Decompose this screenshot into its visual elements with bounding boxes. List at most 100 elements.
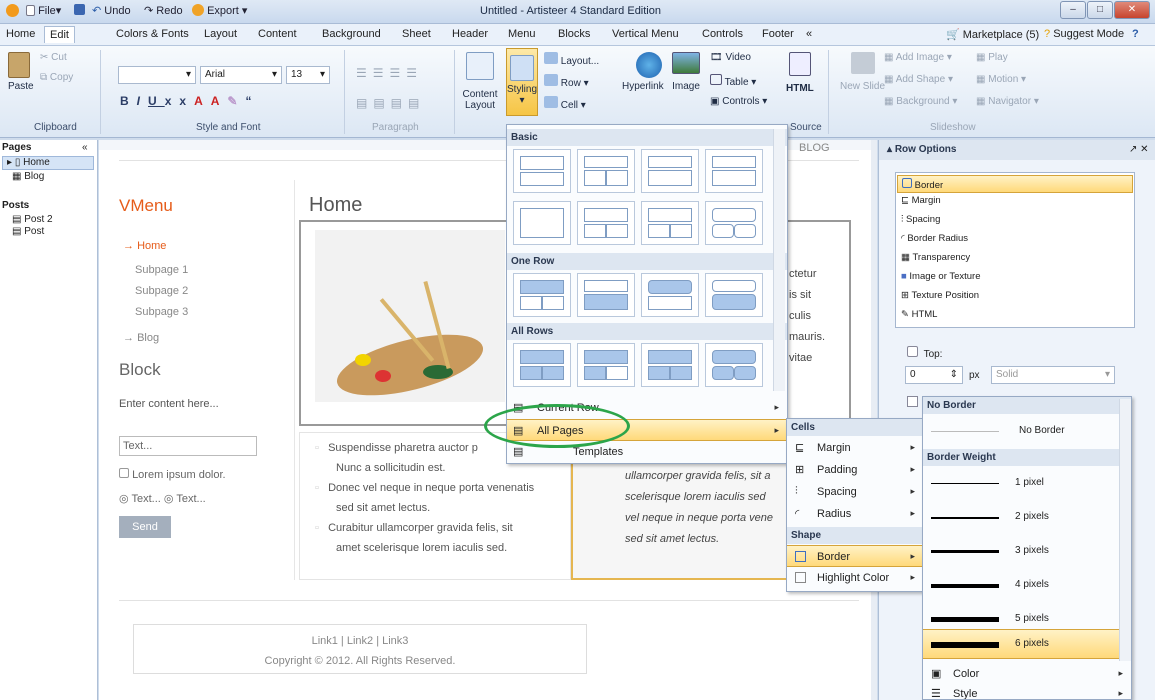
page-item-blog[interactable]: ▦ Blog <box>12 171 44 182</box>
checkbox-icon[interactable] <box>907 396 918 407</box>
navigator-button[interactable]: ▦ Navigator ▾ <box>976 96 1039 107</box>
tab-blocks[interactable]: Blocks <box>558 28 590 40</box>
quote-icon[interactable]: “ <box>245 94 259 108</box>
layout-thumb[interactable] <box>641 273 699 317</box>
motion-button[interactable]: ▦ Motion ▾ <box>976 74 1026 85</box>
blog-menu-link[interactable]: BLOG <box>799 142 830 154</box>
paste-button[interactable]: Paste <box>8 52 34 92</box>
radio-group[interactable]: ◎ Text... ◎ Text... <box>119 492 206 505</box>
border-option-2[interactable]: 2 pixels <box>923 501 1131 535</box>
menu-highlight-color[interactable]: Highlight Color ▸ <box>787 567 923 589</box>
option-border-radius[interactable]: ◜ Border Radius <box>901 233 968 244</box>
save-quick-button[interactable] <box>74 4 85 18</box>
layout-thumb[interactable] <box>513 149 571 193</box>
close-icon[interactable]: ✕ <box>1140 144 1148 155</box>
menu-margin[interactable]: ⊑ Margin ▸ <box>787 437 923 459</box>
add-image-button[interactable]: ▦ Add Image ▾ <box>884 52 952 63</box>
video-button[interactable]: 🎞 Video <box>710 52 751 63</box>
border-option-3[interactable]: 3 pixels <box>923 535 1131 569</box>
menu-border[interactable]: Border ▸ <box>787 545 923 567</box>
layout-thumb[interactable] <box>705 201 763 245</box>
border-option-1[interactable]: 1 pixel <box>923 467 1131 501</box>
border-option-6[interactable]: 6 pixels <box>923 629 1131 659</box>
tab-home[interactable]: Home <box>6 28 35 40</box>
menu-radius[interactable]: ◜ Radius ▸ <box>787 503 923 525</box>
text-format-toolbar[interactable]: BIUxxAA✎“ <box>120 94 259 108</box>
layout-thumb[interactable] <box>705 149 763 193</box>
post-item[interactable]: ▤ Post <box>12 226 44 237</box>
layout-thumb[interactable] <box>641 149 699 193</box>
row-button[interactable]: Row ▾ <box>544 74 589 89</box>
size-combo[interactable]: 13 ▾ <box>286 66 330 84</box>
highlight-color-icon[interactable]: A <box>211 94 228 108</box>
checkbox[interactable]: Lorem ipsum dolor. <box>119 468 226 481</box>
layout-thumb[interactable] <box>513 273 571 317</box>
suggest-mode-link[interactable]: ? Suggest Mode <box>1044 28 1124 40</box>
vmenu-item[interactable]: Subpage 3 <box>135 306 188 318</box>
tab-footer[interactable]: Footer <box>762 28 794 40</box>
styling-button[interactable]: Styling ▾ <box>506 48 538 116</box>
vmenu-item[interactable]: Subpage 1 <box>135 264 188 276</box>
layout-thumb[interactable] <box>513 201 571 245</box>
font-color-icon[interactable]: A <box>194 94 211 108</box>
tab-header[interactable]: Header <box>452 28 488 40</box>
menu-spacing[interactable]: ⫶ Spacing ▸ <box>787 481 923 503</box>
option-html[interactable]: ✎ HTML <box>901 309 937 320</box>
option-texture-position[interactable]: ⊞ Texture Position <box>901 290 979 301</box>
send-button[interactable]: Send <box>119 516 171 538</box>
option-border[interactable]: Border <box>897 175 1133 193</box>
layout-thumb[interactable] <box>577 201 635 245</box>
top-border-checkbox[interactable]: Top: <box>907 346 942 360</box>
hyperlink-button[interactable]: Hyperlink <box>622 52 664 92</box>
tab-content[interactable]: Content <box>258 28 297 40</box>
cut-button[interactable]: ✂ Cut <box>40 52 67 63</box>
layout-thumb[interactable] <box>513 343 571 387</box>
play-button[interactable]: ▦ Play <box>976 52 1008 63</box>
layout-thumb[interactable] <box>641 343 699 387</box>
top-value-spinner[interactable]: 0 ⇕ <box>905 366 963 384</box>
font-combo[interactable]: Arial ▾ <box>200 66 282 84</box>
panel-resize-grip[interactable] <box>1150 340 1155 380</box>
html-button[interactable]: HTML <box>786 52 814 94</box>
layout-thumb[interactable] <box>705 343 763 387</box>
subscript-icon[interactable]: x <box>165 94 180 108</box>
app-logo-icon[interactable] <box>6 4 19 20</box>
layout-thumb[interactable] <box>705 273 763 317</box>
marker-icon[interactable]: ✎ <box>227 94 245 108</box>
italic-icon[interactable]: I <box>137 94 148 108</box>
menu-style[interactable]: ☰ Style ▸ <box>923 683 1131 699</box>
maximize-button[interactable]: □ <box>1087 1 1113 19</box>
background-button[interactable]: ▦ Background ▾ <box>884 96 957 107</box>
layout-thumb[interactable] <box>641 201 699 245</box>
list-buttons[interactable]: ☰☰☰☰ <box>356 66 423 80</box>
post-item[interactable]: ▤ Post 2 <box>12 214 53 225</box>
new-slide-button[interactable]: New Slide <box>840 52 885 92</box>
marketplace-link[interactable]: 🛒 Marketplace (5) <box>946 28 1039 41</box>
content-layout-button[interactable]: Content Layout <box>458 52 502 111</box>
minimize-button[interactable]: – <box>1060 1 1086 19</box>
close-button[interactable]: ✕ <box>1114 1 1150 19</box>
menu-padding[interactable]: ⊞ Padding ▸ <box>787 459 923 481</box>
tab-sheet[interactable]: Sheet <box>402 28 431 40</box>
copy-button[interactable]: ⧉ Copy <box>40 72 73 83</box>
cell-button[interactable]: Cell ▾ <box>544 96 586 111</box>
border-style-select[interactable]: Solid ▾ <box>991 366 1115 384</box>
panel-pin-close[interactable]: ↗ ✕ <box>1129 144 1149 155</box>
page-item-home[interactable]: ▸ ▯ Home <box>2 156 94 170</box>
pages-collapse-button[interactable]: « <box>82 142 88 153</box>
superscript-icon[interactable]: x <box>179 94 194 108</box>
vmenu-item-home[interactable]: → Home <box>123 240 166 252</box>
undo-button[interactable]: ↶ Undo <box>92 4 131 17</box>
submenu-scrollbar[interactable] <box>1119 399 1131 661</box>
vmenu-item-blog[interactable]: → Blog <box>123 332 159 344</box>
option-spacing[interactable]: ⫶ Spacing <box>901 214 940 225</box>
align-buttons[interactable]: ▤▤▤▤ <box>356 96 425 110</box>
footer-links[interactable]: Link1 | Link2 | Link3 <box>134 631 586 651</box>
border-option-none[interactable]: No Border <box>923 415 1131 449</box>
underline-icon[interactable]: U <box>148 94 165 108</box>
controls-button[interactable]: ▣ Controls ▾ <box>710 96 767 107</box>
menu-color[interactable]: ▣ Color ▸ <box>923 663 1131 685</box>
pin-icon[interactable]: ↗ <box>1129 144 1137 155</box>
layout-dialog-button[interactable]: Layout... <box>544 52 599 67</box>
gallery-scrollbar[interactable] <box>773 129 785 391</box>
